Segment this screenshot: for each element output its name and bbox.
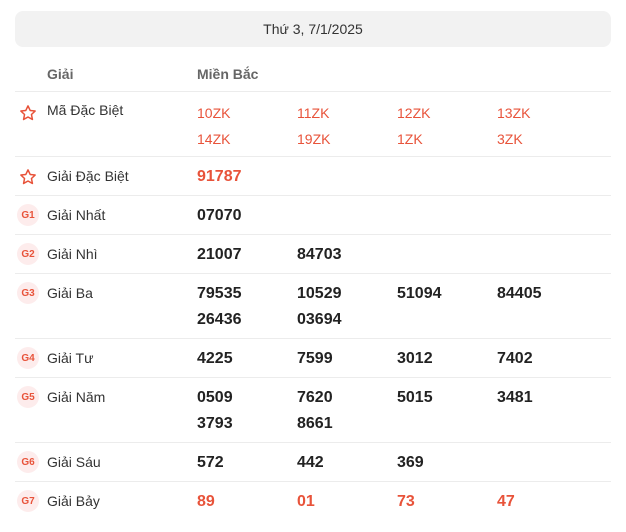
prize-number: 89 (197, 493, 215, 510)
prize-number: 03694 (297, 311, 342, 328)
prize-number: 7620 (297, 389, 333, 406)
prize-name: Giải Sáu (47, 454, 101, 470)
prize-name: Giải Nhì (47, 246, 98, 262)
prize-number: 442 (297, 454, 324, 471)
prize-number: 01 (297, 493, 315, 510)
special-code: 14ZK (197, 131, 231, 147)
prize-number: 369 (397, 454, 424, 471)
prize-number: 8661 (297, 415, 333, 432)
prize-number: 91787 (197, 168, 242, 185)
prize-number: 84703 (297, 246, 342, 263)
prize-name: Giải Năm (47, 389, 106, 405)
special-code: 12ZK (397, 105, 431, 121)
prize-number: 5015 (397, 389, 433, 406)
prize-name: Giải Tư (47, 350, 94, 366)
star-icon (17, 102, 39, 124)
prize-badge: G1 (17, 204, 39, 226)
special-code: 1ZK (397, 131, 423, 147)
prize-row-g1: G1 Giải Nhất 07070 (15, 196, 611, 235)
prize-badge: G6 (17, 451, 39, 473)
prize-number: 79535 (197, 285, 242, 302)
date-label: Thứ 3, 7/1/2025 (263, 21, 363, 37)
prize-name: Giải Nhất (47, 207, 106, 223)
prize-number: 47 (497, 493, 515, 510)
prize-number: 7599 (297, 350, 333, 367)
date-selector[interactable]: Thứ 3, 7/1/2025 (15, 11, 611, 47)
prize-row-special-code: Mã Đặc Biệt 10ZK 11ZK 12ZK 13ZK 14ZK 19Z… (15, 92, 611, 157)
special-code: 19ZK (297, 131, 331, 147)
special-code: 11ZK (297, 105, 330, 121)
prize-row-g4: G4 Giải Tư 4225 7599 3012 7402 (15, 339, 611, 378)
prize-row-special: Giải Đặc Biệt 91787 (15, 157, 611, 196)
prize-number: 4225 (197, 350, 233, 367)
prize-number: 10529 (297, 285, 342, 302)
prize-number: 51094 (397, 285, 442, 302)
prize-number: 3481 (497, 389, 533, 406)
prize-number: 7402 (497, 350, 533, 367)
star-icon (17, 166, 39, 188)
prize-name: Giải Ba (47, 285, 93, 301)
special-code: 3ZK (497, 131, 523, 147)
prize-row-g6: G6 Giải Sáu 572 442 369 (15, 443, 611, 482)
prize-row-g2: G2 Giải Nhì 21007 84703 (15, 235, 611, 274)
prize-name: Mã Đặc Biệt (47, 102, 124, 118)
prize-number: 84405 (497, 285, 542, 302)
prize-number: 73 (397, 493, 415, 510)
prize-number: 3793 (197, 415, 233, 432)
prize-row-g3: G3 Giải Ba 79535 10529 51094 84405 26436… (15, 274, 611, 339)
prize-number: 0509 (197, 389, 233, 406)
prize-badge: G2 (17, 243, 39, 265)
table-header: Giải Miền Bắc (15, 55, 611, 92)
prize-number: 26436 (197, 311, 242, 328)
prize-number: 21007 (197, 246, 242, 263)
results-table: Giải Miền Bắc Mã Đặc Biệt 10ZK 11ZK 12ZK… (15, 55, 611, 520)
prize-badge: G3 (17, 282, 39, 304)
prize-number: 3012 (397, 350, 433, 367)
column-header-region: Miền Bắc (197, 66, 259, 82)
prize-badge: G7 (17, 490, 39, 512)
prize-number: 572 (197, 454, 224, 471)
prize-row-g7: G7 Giải Bảy 89 01 73 47 (15, 482, 611, 520)
prize-name: Giải Đặc Biệt (47, 168, 129, 184)
prize-name: Giải Bảy (47, 493, 100, 509)
special-code: 13ZK (497, 105, 531, 121)
prize-row-g5: G5 Giải Năm 0509 7620 5015 3481 3793 866… (15, 378, 611, 443)
special-code: 10ZK (197, 105, 231, 121)
prize-badge: G4 (17, 347, 39, 369)
prize-number: 07070 (197, 207, 242, 224)
prize-badge: G5 (17, 386, 39, 408)
column-header-prize: Giải (47, 66, 74, 82)
